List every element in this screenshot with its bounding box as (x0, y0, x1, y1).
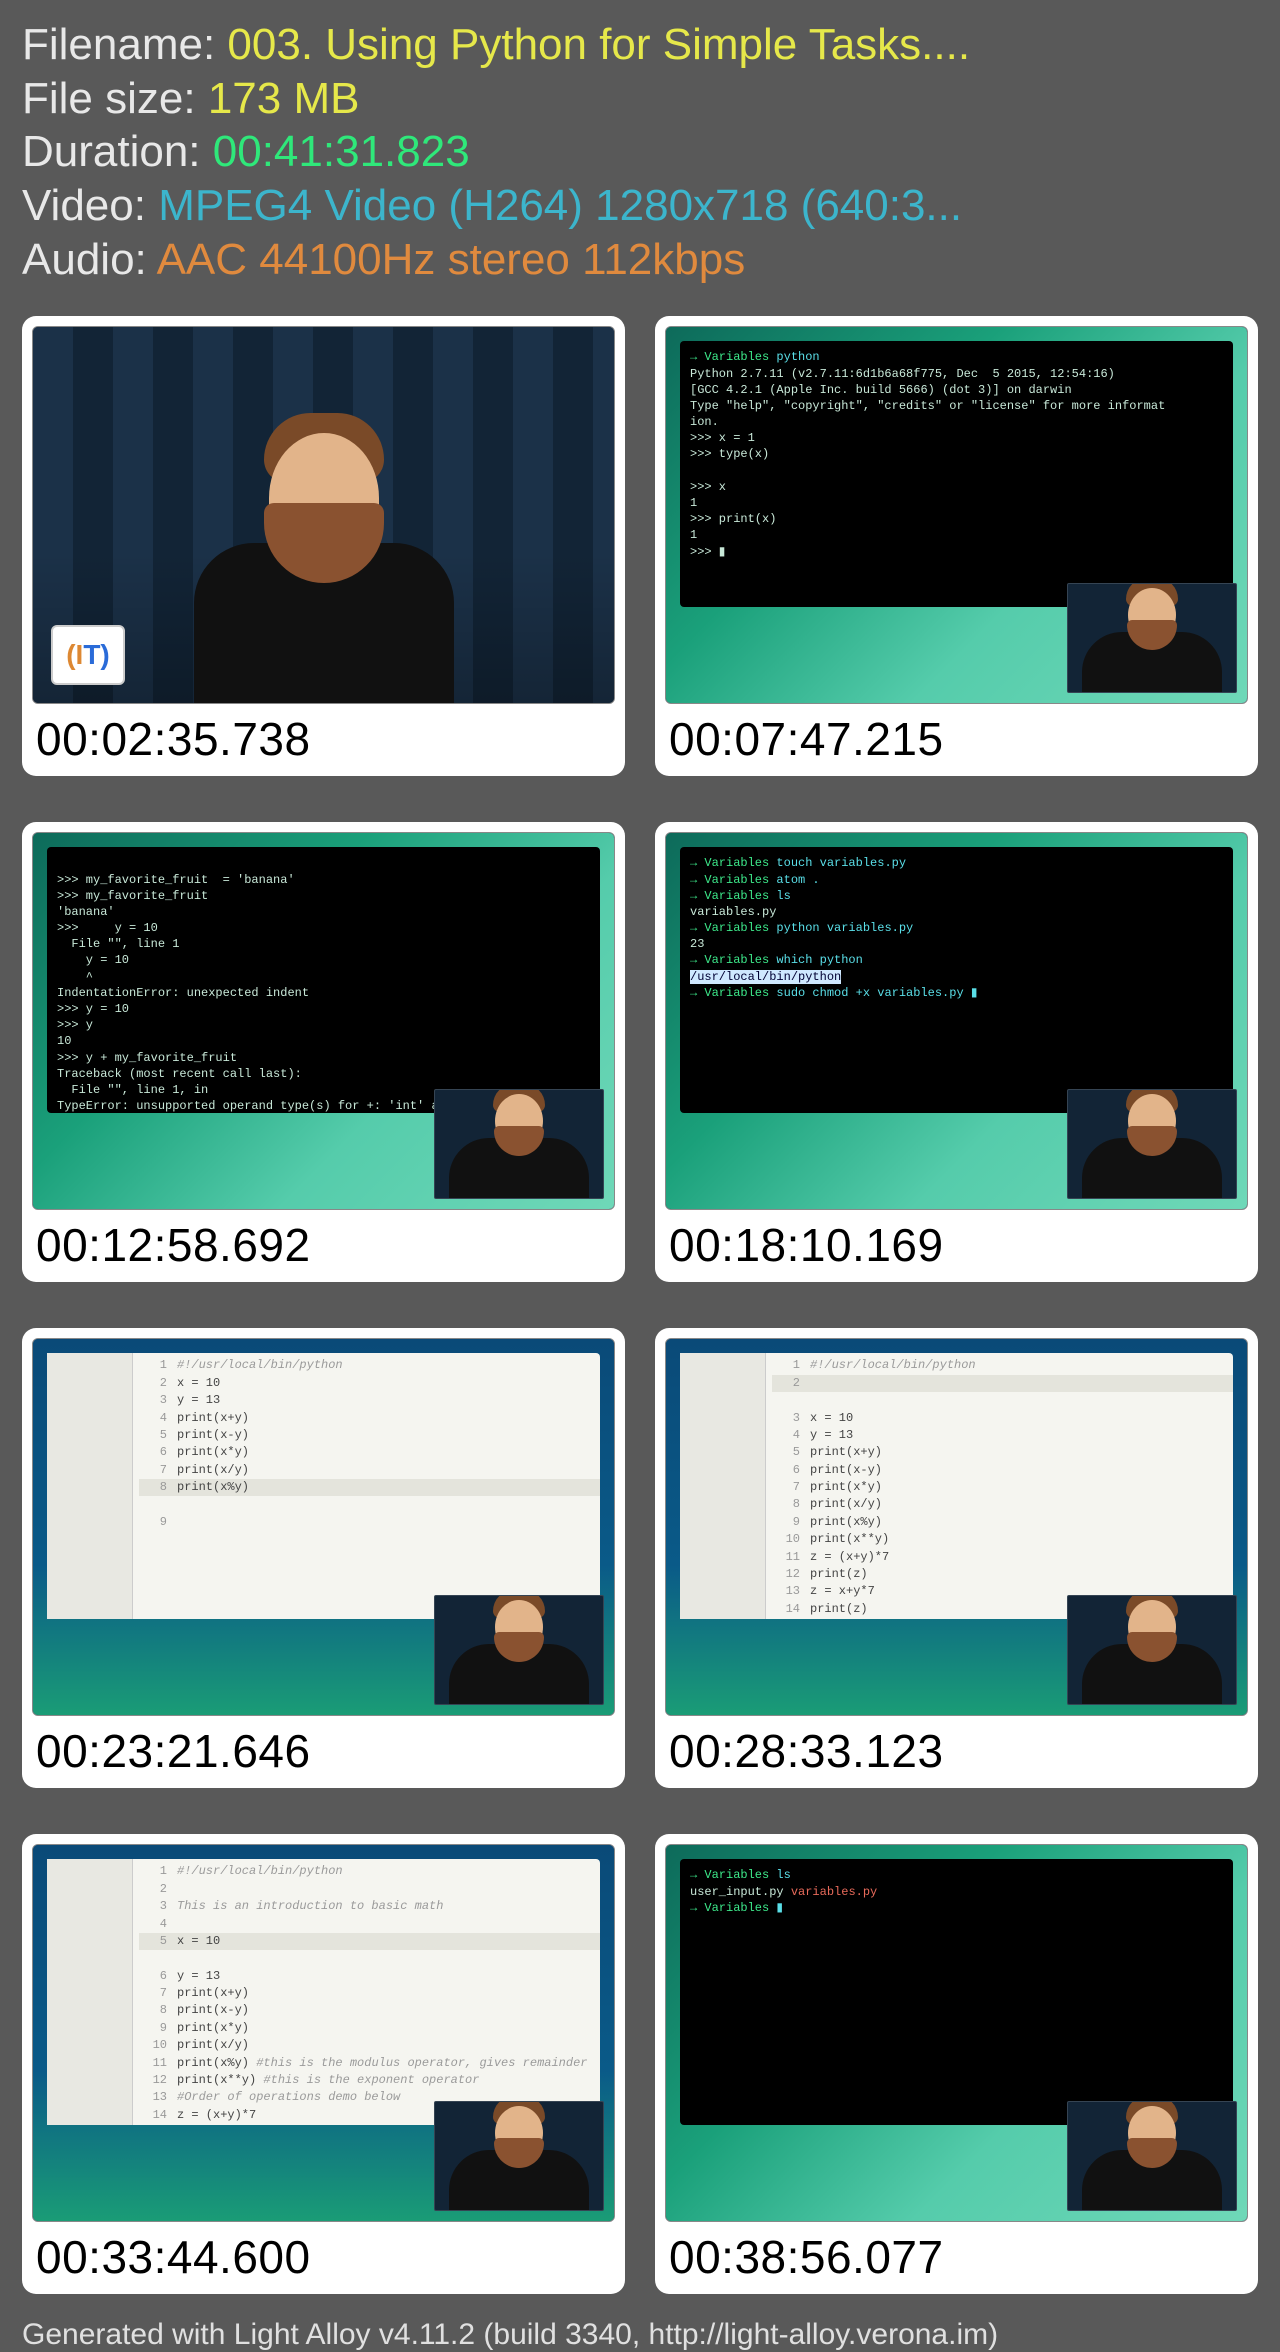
thumbnail-timestamp: 00:38:56.077 (655, 2222, 1258, 2294)
channel-logo: (IT) (51, 625, 125, 685)
thumbnail-cell: → Variables python Python 2.7.11 (v2.7.1… (655, 316, 1258, 776)
value-audio: AAC 44100Hz stereo 112kbps (157, 235, 746, 284)
editor-content: 1#!/usr/local/bin/python 2 3This is an i… (47, 1859, 600, 2125)
editor-content: 1#!/usr/local/bin/python 2 3x = 10 4y = … (680, 1353, 1233, 1619)
footer-text: Generated with Light Alloy v4.11.2 (buil… (0, 2304, 1280, 2352)
thumbnail-image: (IT) (32, 326, 615, 704)
label-video: Video: (22, 181, 158, 230)
terminal-content: → Variables ls user_input.py variables.p… (680, 1859, 1233, 2125)
thumbnail-cell: (IT) 00:02:35.738 (22, 316, 625, 776)
thumbnail-image: 1#!/usr/local/bin/python 2x = 10 3y = 13… (32, 1338, 615, 1716)
thumbnail-timestamp: 00:12:58.692 (22, 1210, 625, 1282)
thumbnail-cell: 1#!/usr/local/bin/python 2x = 10 3y = 13… (22, 1328, 625, 1788)
value-duration: 00:41:31.823 (213, 127, 470, 176)
presenter-pip (434, 1089, 604, 1199)
label-audio: Audio: (22, 235, 157, 284)
thumbnail-image: 1#!/usr/local/bin/python 2 3x = 10 4y = … (665, 1338, 1248, 1716)
label-duration: Duration: (22, 127, 213, 176)
label-filename: Filename: (22, 20, 227, 69)
terminal-content: >>> my_favorite_fruit = 'banana' >>> my_… (47, 847, 600, 1113)
thumbnail-timestamp: 00:18:10.169 (655, 1210, 1258, 1282)
thumbnail-timestamp: 00:07:47.215 (655, 704, 1258, 776)
value-filesize: 173 MB (208, 74, 360, 123)
thumbnail-image: 1#!/usr/local/bin/python 2 3This is an i… (32, 1844, 615, 2222)
presenter-pip (1067, 2101, 1237, 2211)
thumbnail-cell: → Variables touch variables.py → Variabl… (655, 822, 1258, 1282)
file-info-block: Filename: 003. Using Python for Simple T… (0, 0, 1280, 296)
thumbnail-grid: (IT) 00:02:35.738 → Variables python Pytho… (0, 296, 1280, 2304)
presenter-pip (434, 2101, 604, 2211)
presenter-pip (1067, 1595, 1237, 1705)
thumbnail-image: → Variables python Python 2.7.11 (v2.7.1… (665, 326, 1248, 704)
info-video: Video: MPEG4 Video (H264) 1280x718 (640:… (22, 179, 1258, 233)
info-filesize: File size: 173 MB (22, 72, 1258, 126)
info-audio: Audio: AAC 44100Hz stereo 112kbps (22, 233, 1258, 287)
terminal-content: → Variables touch variables.py → Variabl… (680, 847, 1233, 1113)
thumbnail-cell: 1#!/usr/local/bin/python 2 3x = 10 4y = … (655, 1328, 1258, 1788)
info-filename: Filename: 003. Using Python for Simple T… (22, 18, 1258, 72)
thumbnail-timestamp: 00:28:33.123 (655, 1716, 1258, 1788)
info-duration: Duration: 00:41:31.823 (22, 125, 1258, 179)
thumbnail-cell: 1#!/usr/local/bin/python 2 3This is an i… (22, 1834, 625, 2294)
editor-content: 1#!/usr/local/bin/python 2x = 10 3y = 13… (47, 1353, 600, 1619)
thumbnail-image: → Variables ls user_input.py variables.p… (665, 1844, 1248, 2222)
thumbnail-timestamp: 00:02:35.738 (22, 704, 625, 776)
label-filesize: File size: (22, 74, 208, 123)
thumbnail-timestamp: 00:23:21.646 (22, 1716, 625, 1788)
value-filename: 003. Using Python for Simple Tasks.... (227, 20, 970, 69)
thumbnail-image: >>> my_favorite_fruit = 'banana' >>> my_… (32, 832, 615, 1210)
thumbnail-cell: → Variables ls user_input.py variables.p… (655, 1834, 1258, 2294)
value-video: MPEG4 Video (H264) 1280x718 (640:3... (158, 181, 962, 230)
terminal-content: → Variables python Python 2.7.11 (v2.7.1… (680, 341, 1233, 607)
thumbnail-cell: >>> my_favorite_fruit = 'banana' >>> my_… (22, 822, 625, 1282)
presenter-pip (1067, 1089, 1237, 1199)
thumbnail-image: → Variables touch variables.py → Variabl… (665, 832, 1248, 1210)
thumbnail-timestamp: 00:33:44.600 (22, 2222, 625, 2294)
presenter-pip (434, 1595, 604, 1705)
presenter-pip (1067, 583, 1237, 693)
